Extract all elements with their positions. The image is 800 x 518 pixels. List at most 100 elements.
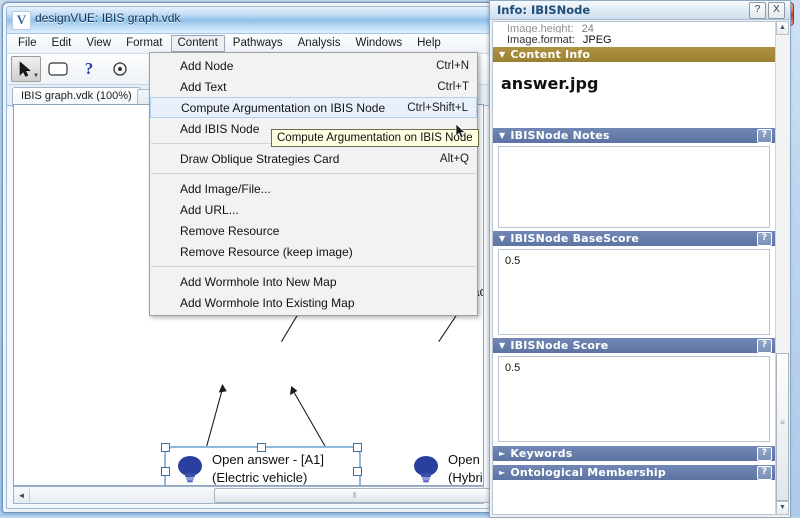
scroll-left-arrow-icon[interactable]: ◄ [14,488,30,502]
menu-separator [151,173,476,174]
menu-item-label: Add Node [180,58,234,73]
menu-analysis[interactable]: Analysis [291,35,348,52]
section-label: IBISNode BaseScore [510,232,640,245]
menu-item-label: Remove Resource [180,223,280,238]
section-header-content-info[interactable]: ▼ Content Info [493,47,775,62]
section-help-icon[interactable]: ? [757,339,772,353]
menu-item-add-wormhole-into-existing-map[interactable]: Add Wormhole Into Existing Map [150,292,477,313]
menu-item-remove-resource-keep-image[interactable]: Remove Resource (keep image) [150,241,477,262]
info-panel-scrollbar[interactable]: ▲ ≡ ▼ [775,21,789,515]
lightbulb-icon [414,456,438,483]
section-help-icon[interactable]: ? [757,232,772,246]
info-panel-scrollbar-thumb[interactable]: ≡ [776,353,789,501]
scroll-down-arrow-icon[interactable]: ▼ [776,501,789,515]
menu-item-add-image-file[interactable]: Add Image/File... [150,178,477,199]
triangle-right-icon: ► [499,468,506,477]
section-label: IBISNode Score [510,339,609,352]
triangle-down-icon: ▼ [499,50,506,59]
section-label: Ontological Membership [510,466,666,479]
menu-item-label: Add Image/File... [180,181,271,196]
vue-logo-icon: V [12,11,31,30]
lightbulb-icon [178,456,202,483]
ibisnode-basescore-field[interactable]: 0.5 [498,249,770,335]
node-a1-line1: Open answer - [A1] [212,452,324,467]
menu-view[interactable]: View [79,35,118,52]
menu-content[interactable]: Content [170,35,225,52]
menu-help[interactable]: Help [410,35,448,52]
section-label: Content Info [510,48,591,61]
menu-item-label: Add Text [180,79,227,94]
menu-format[interactable]: Format [119,35,169,52]
resize-handle-w[interactable] [161,467,170,476]
window-title: designVUE: IBIS graph.vdk [35,11,181,25]
menu-item-label: Remove Resource (keep image) [180,244,353,259]
link-tool-button[interactable] [106,57,134,81]
menu-item-compute-argumentation-on-ibis-node[interactable]: Compute Argumentation on IBIS Node Ctrl+… [150,97,477,118]
menu-item-add-wormhole-into-new-map[interactable]: Add Wormhole Into New Map [150,271,477,292]
resize-handle-ne[interactable] [353,443,362,452]
triangle-down-icon: ▼ [499,234,506,243]
circle-icon [113,62,127,76]
property-key: Image.format: [507,34,575,46]
menu-edit[interactable]: Edit [45,35,79,52]
mouse-pointer-icon [455,124,466,139]
section-help-icon[interactable]: ? [757,466,772,480]
menu-item-add-node[interactable]: Add Node Ctrl+N [150,55,477,76]
info-panel-body: Image.height: 24 Image.format: JPEG ▼ Cont… [492,21,776,515]
help-tool-button[interactable]: ? [75,57,103,81]
scrollbar-grip-icon: ≡ [780,418,785,427]
section-label: Keywords [510,447,573,460]
selection-tool-button[interactable]: ▼ [11,56,41,82]
menu-item-accelerator: Ctrl+N [436,59,469,72]
menu-item-accelerator: Ctrl+Shift+L [407,101,468,114]
arrow-cursor-icon [19,60,31,77]
menu-item-remove-resource[interactable]: Remove Resource [150,220,477,241]
section-header-ibisnode-score[interactable]: ▼ IBISNode Score ? [493,338,775,353]
menu-file[interactable]: File [11,35,44,52]
content-dropdown-menu[interactable]: Add Node Ctrl+N Add Text Ctrl+T Compute … [149,52,478,316]
menu-item-draw-oblique-strategies-card[interactable]: Draw Oblique Strategies Card Alt+Q [150,148,477,169]
node-hybrid-line2: (Hybrid [448,470,483,485]
ibisnode-notes-field[interactable] [498,146,770,228]
section-body-content-info: answer.jpg [493,62,775,128]
triangle-down-icon: ▼ [499,341,506,350]
question-mark-icon: ? [84,59,94,78]
menu-item-label: Add Wormhole Into Existing Map [180,295,355,310]
menu-item-add-url[interactable]: Add URL... [150,199,477,220]
menu-bar: File Edit View Format Content Pathways A… [7,34,490,54]
section-label: IBISNode Notes [510,129,610,142]
menu-windows[interactable]: Windows [348,35,409,52]
section-help-icon[interactable]: ? [757,447,772,461]
menu-tooltip: Compute Argumentation on IBIS Node [271,129,479,147]
section-help-icon[interactable]: ? [757,129,772,143]
title-bar[interactable]: V designVUE: IBIS graph.vdk [7,7,490,34]
resize-handle-nw[interactable] [161,443,170,452]
section-header-ontological-membership[interactable]: ► Ontological Membership ? [493,465,775,480]
node-hybrid-line1: Open ar [448,452,483,467]
rounded-rect-icon [48,62,68,76]
horizontal-scrollbar[interactable]: ◄ ‖ [13,486,490,504]
menu-separator [151,266,476,267]
menu-item-accelerator: Alt+Q [439,152,469,165]
menu-item-label: Add Wormhole Into New Map [180,274,337,289]
chevron-down-icon: ▼ [33,73,39,79]
content-info-filename: answer.jpg [501,74,599,93]
ibisnode-score-field[interactable]: 0.5 [498,356,770,442]
info-panel-title-bar[interactable]: Info: IBISNode ? X [490,1,790,20]
menu-item-label: Add IBIS Node [180,121,260,136]
resize-handle-n[interactable] [257,443,266,452]
menu-item-add-text[interactable]: Add Text Ctrl+T [150,76,477,97]
resize-handle-e[interactable] [353,467,362,476]
node-tool-button[interactable] [44,57,72,81]
info-close-button[interactable]: X [768,2,785,19]
horizontal-scrollbar-thumb[interactable]: ‖ [214,488,490,503]
property-value: JPEG [582,34,612,46]
menu-item-accelerator: Ctrl+T [437,80,469,93]
scroll-up-arrow-icon[interactable]: ▲ [776,21,789,35]
section-header-keywords[interactable]: ► Keywords ? [493,446,775,461]
section-header-ibisnode-basescore[interactable]: ▼ IBISNode BaseScore ? [493,231,775,246]
menu-pathways[interactable]: Pathways [226,35,290,52]
section-header-ibisnode-notes[interactable]: ▼ IBISNode Notes ? [493,128,775,143]
info-panel-title: Info: IBISNode [497,3,591,17]
info-help-button[interactable]: ? [749,2,766,19]
